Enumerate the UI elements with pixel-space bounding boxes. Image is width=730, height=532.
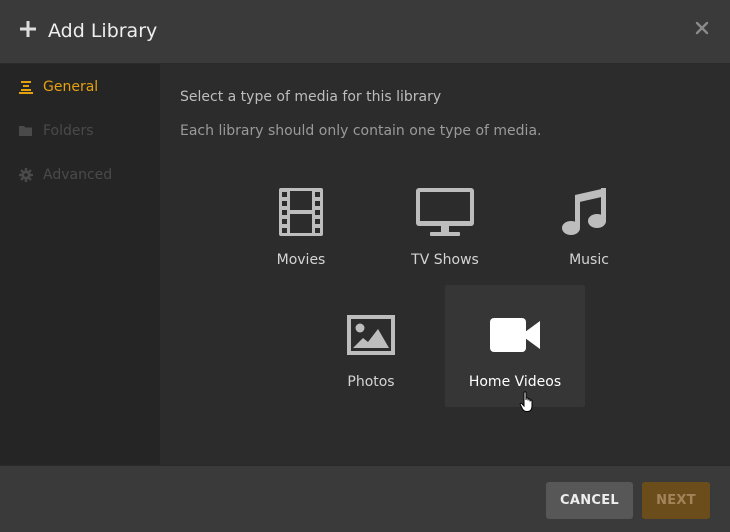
plus-icon: [20, 21, 36, 37]
sidebar-item-label: General: [43, 79, 99, 95]
tv-icon: [416, 188, 474, 236]
media-type-label: Movies: [276, 252, 326, 268]
folder-icon: [19, 126, 32, 136]
close-icon[interactable]: [694, 20, 710, 36]
next-button[interactable]: NEXT: [642, 482, 710, 519]
sidebar-item-general[interactable]: General: [0, 70, 160, 104]
sidebar-item-label: Folders: [43, 123, 94, 139]
media-type-label: TV Shows: [411, 252, 479, 268]
media-type-label: Music: [569, 252, 609, 268]
sidebar: General Folders Advanced: [0, 64, 160, 465]
photo-icon: [347, 315, 395, 355]
media-type-photos[interactable]: Photos: [301, 285, 441, 407]
music-note-icon: [562, 188, 606, 235]
instruction-note: Each library should only contain one typ…: [180, 123, 542, 139]
film-icon: [279, 188, 323, 236]
media-type-movies[interactable]: Movies: [231, 163, 371, 285]
instruction-text: Select a type of media for this library: [180, 89, 442, 105]
media-type-music[interactable]: Music: [519, 163, 659, 285]
sidebar-item-advanced[interactable]: Advanced: [0, 158, 160, 192]
sidebar-item-folders[interactable]: Folders: [0, 114, 160, 148]
media-type-home-videos[interactable]: Home Videos: [445, 285, 585, 407]
main-content: Select a type of media for this library …: [160, 64, 730, 465]
media-type-label: Photos: [347, 374, 395, 390]
general-icon: [19, 81, 33, 94]
dialog-footer: CANCEL NEXT: [0, 465, 730, 532]
cancel-button[interactable]: CANCEL: [546, 482, 633, 519]
dialog-title: Add Library: [48, 20, 158, 42]
media-type-tv-shows[interactable]: TV Shows: [375, 163, 515, 285]
gear-icon: [19, 168, 33, 182]
add-library-dialog: Add Library General Folders Advanced Sel…: [0, 0, 730, 532]
media-type-label: Home Videos: [468, 374, 562, 390]
video-camera-icon: [490, 318, 540, 352]
hand-cursor-icon: [519, 391, 533, 412]
sidebar-item-label: Advanced: [43, 167, 113, 183]
dialog-header: Add Library: [0, 0, 730, 64]
